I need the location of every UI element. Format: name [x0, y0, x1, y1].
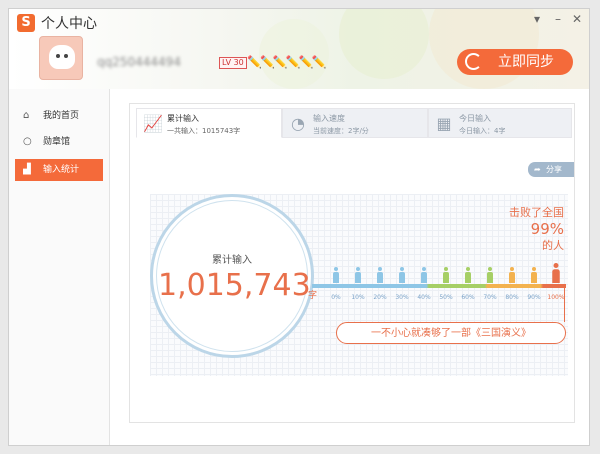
share-icon: ➦	[534, 165, 541, 174]
total-unit: 字	[308, 291, 318, 301]
sidebar-item-label: 勋章馆	[43, 137, 71, 147]
percentile-bar	[312, 284, 566, 288]
person-figure	[332, 267, 340, 283]
fun-fact-badge: 一不小心就凑够了一部《三国演义》	[336, 322, 566, 344]
person-figure	[376, 267, 384, 283]
medal-icon: ○	[23, 136, 32, 147]
person-figure	[508, 267, 516, 283]
tab-label: 输入速度	[313, 114, 345, 123]
percentile-tick: 20%	[373, 294, 387, 301]
avatar[interactable]	[39, 36, 83, 80]
pen-badges: ✏️✏️✏️✏️✏️✏️	[247, 55, 327, 69]
sidebar-item-label: 输入统计	[43, 165, 80, 175]
beat-text: 击败了全国	[509, 206, 564, 219]
person-figure	[398, 267, 406, 283]
sidebar-item-label: 我的首页	[43, 111, 80, 121]
tab-subtitle: 一共输入：1015743字	[167, 127, 241, 135]
person-figure	[486, 267, 494, 283]
person-figure	[530, 267, 538, 283]
sync-now-button[interactable]: 立即同步	[457, 49, 573, 75]
tab-subtitle: 今日输入：4字	[459, 127, 506, 135]
percentile-tick: 10%	[351, 294, 365, 301]
sync-icon	[465, 53, 482, 70]
percentile-tick: 50%	[439, 294, 453, 301]
person-figure	[354, 267, 362, 283]
tab-subtitle: 当前速度：2字/分	[313, 127, 369, 135]
percentile-tick: 60%	[461, 294, 475, 301]
chart-icon: ▟	[23, 164, 31, 175]
person-figure	[551, 263, 561, 283]
share-label: 分享	[546, 165, 562, 174]
person-figure	[442, 267, 450, 283]
percentile-tick: 100%	[547, 294, 565, 301]
percentile-tick: 70%	[483, 294, 497, 301]
window-title: 个人中心	[41, 16, 97, 32]
calendar-icon: ▦	[436, 114, 452, 133]
percentile-tick: 80%	[505, 294, 519, 301]
sync-label: 立即同步	[498, 54, 554, 70]
minimize-button[interactable]: –	[550, 11, 566, 27]
username: qq250444494	[97, 55, 181, 69]
beat-people: 的人	[542, 239, 564, 252]
percentile-tick: 0%	[331, 294, 341, 301]
user-center-window: S 个人中心 ▾ – ✕ qq250444494 LV 30 ✏️✏️✏️✏️✏…	[8, 8, 590, 446]
level-badge: LV 30	[219, 57, 247, 69]
person-figure	[464, 267, 472, 283]
tab-label: 累计输入	[167, 114, 199, 123]
percentile-tick: 30%	[395, 294, 409, 301]
sidebar-item-home[interactable]: ⌂ 我的首页	[15, 105, 103, 127]
rank-marker-line	[564, 284, 565, 322]
sidebar: ⌂ 我的首页 ○ 勋章馆 ▟ 输入统计	[9, 89, 110, 445]
stats-panel: 📈 累计输入 一共输入：1015743字 ◔ 输入速度 当前速度：2字/分 ▦ …	[129, 103, 575, 423]
speedometer-icon: ◔	[291, 114, 305, 133]
tab-today-input[interactable]: ▦ 今日输入 今日输入：4字	[428, 108, 572, 138]
person-figure	[420, 267, 428, 283]
percentile-tick: 40%	[417, 294, 431, 301]
sidebar-item-input-stats[interactable]: ▟ 输入统计	[15, 159, 103, 181]
close-button[interactable]: ✕	[569, 11, 585, 27]
home-icon: ⌂	[23, 110, 30, 121]
total-label: 累计输入	[212, 255, 252, 266]
trend-chart-icon: 📈	[143, 114, 163, 133]
beat-percent: 99%	[530, 220, 564, 238]
tab-input-speed[interactable]: ◔ 输入速度 当前速度：2字/分	[282, 108, 428, 138]
app-logo-icon: S	[17, 14, 35, 32]
sidebar-item-medals[interactable]: ○ 勋章馆	[15, 131, 103, 153]
percentile-tick: 90%	[527, 294, 541, 301]
tab-total-input[interactable]: 📈 累计输入 一共输入：1015743字	[136, 108, 282, 138]
total-count: 1,015,743	[158, 268, 311, 303]
share-button[interactable]: ➦ 分享	[528, 162, 574, 177]
tab-label: 今日输入	[459, 114, 491, 123]
profile-header: S 个人中心 ▾ – ✕ qq250444494 LV 30 ✏️✏️✏️✏️✏…	[9, 9, 589, 89]
menu-dropdown-icon[interactable]: ▾	[529, 11, 545, 27]
